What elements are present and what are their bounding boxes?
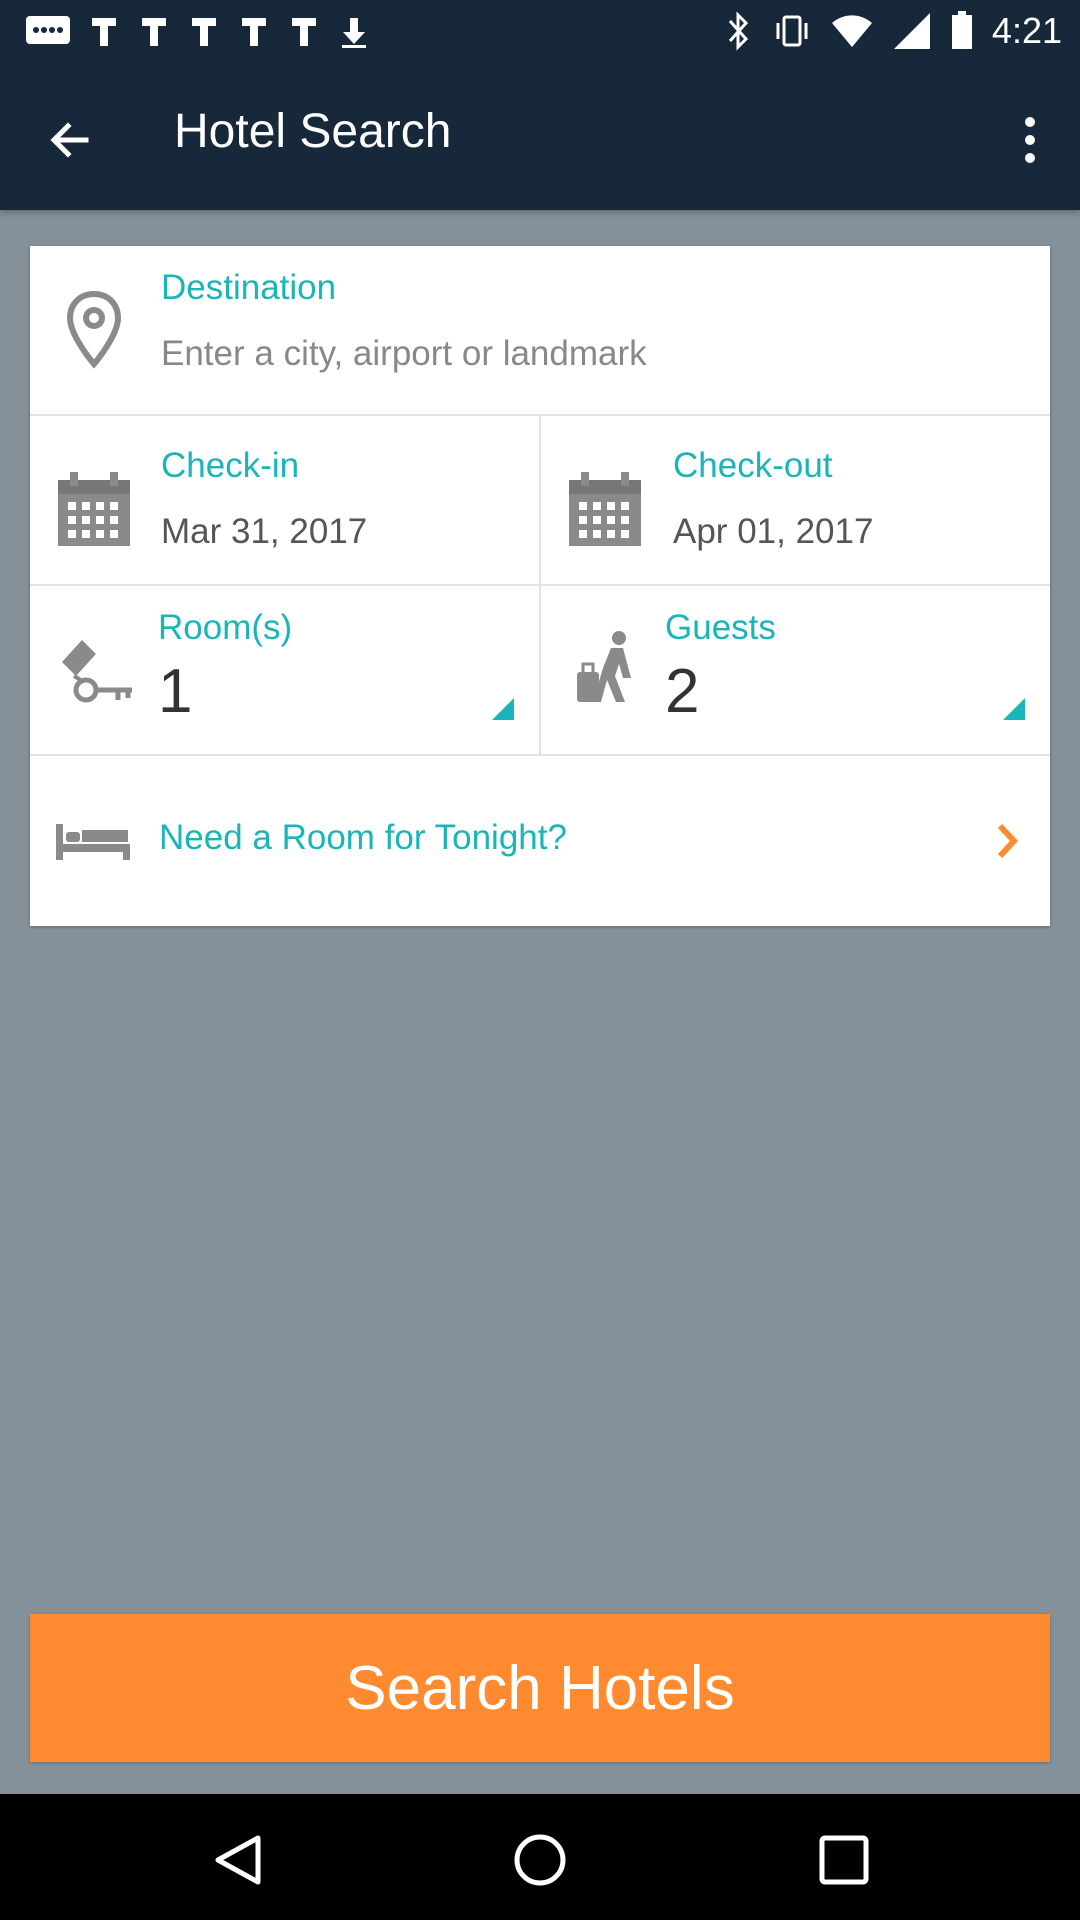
fan-icon-2 [142,18,166,46]
room-key-icon [62,640,132,703]
messages-icon [26,16,70,44]
rooms-guests-row: Room(s) 1 Guests 2 [30,586,1050,756]
calendar-icon [569,472,641,546]
check-in-label: Check-in [161,446,300,485]
battery-icon [951,11,972,49]
download-icon [342,18,366,48]
search-form-card: Destination Enter a city, airport or lan… [30,246,1050,926]
traveler-icon [577,631,631,702]
back-arrow-icon[interactable] [40,110,100,170]
dropdown-arrow-icon [492,698,514,720]
check-out-value: Apr 01, 2017 [673,512,874,551]
fan-icon-3 [192,18,216,46]
rooms-label: Room(s) [158,608,293,647]
check-in-field[interactable]: Check-in Mar 31, 2017 [30,416,541,584]
notification-icons [24,14,372,50]
check-out-field[interactable]: Check-out Apr 01, 2017 [541,416,1050,584]
fan-icon-1 [92,18,116,46]
destination-label: Destination [161,268,337,307]
search-hotels-button[interactable]: Search Hotels [30,1614,1050,1762]
status-bar: 4:21 [0,0,1080,66]
vibrate-icon [776,15,808,47]
guests-label: Guests [665,608,776,647]
system-nav-bar [0,1794,1080,1920]
more-options-icon[interactable] [1010,110,1050,170]
destination-field[interactable]: Destination Enter a city, airport or lan… [30,246,1050,416]
nav-home-icon[interactable] [512,1832,568,1888]
check-in-value: Mar 31, 2017 [161,512,368,551]
bluetooth-icon [728,11,748,51]
bed-icon [56,824,130,860]
destination-input[interactable]: Enter a city, airport or landmark [161,334,647,374]
status-time: 4:21 [991,10,1062,51]
guests-value: 2 [665,657,700,726]
tonight-link[interactable]: Need a Room for Tonight? [30,756,1050,926]
check-out-label: Check-out [673,446,833,485]
chevron-right-icon [997,823,1019,859]
signal-icon [893,13,930,49]
tonight-label: Need a Room for Tonight? [159,818,567,857]
dates-row: Check-in Mar 31, 2017 Check-out Apr 01, … [30,416,1050,586]
rooms-value: 1 [158,657,193,726]
page-title: Hotel Search [174,105,452,158]
fan-icon-5 [292,18,316,46]
wifi-icon [831,15,872,47]
location-pin-icon [66,290,122,369]
nav-back-icon[interactable] [210,1832,266,1888]
dropdown-arrow-icon [1003,698,1025,720]
rooms-dropdown[interactable]: Room(s) 1 [30,586,541,754]
calendar-icon [58,472,130,546]
fan-icon-4 [242,18,266,46]
guests-dropdown[interactable]: Guests 2 [541,586,1050,754]
nav-recents-icon[interactable] [816,1832,872,1888]
app-bar: Hotel Search [0,66,1080,210]
